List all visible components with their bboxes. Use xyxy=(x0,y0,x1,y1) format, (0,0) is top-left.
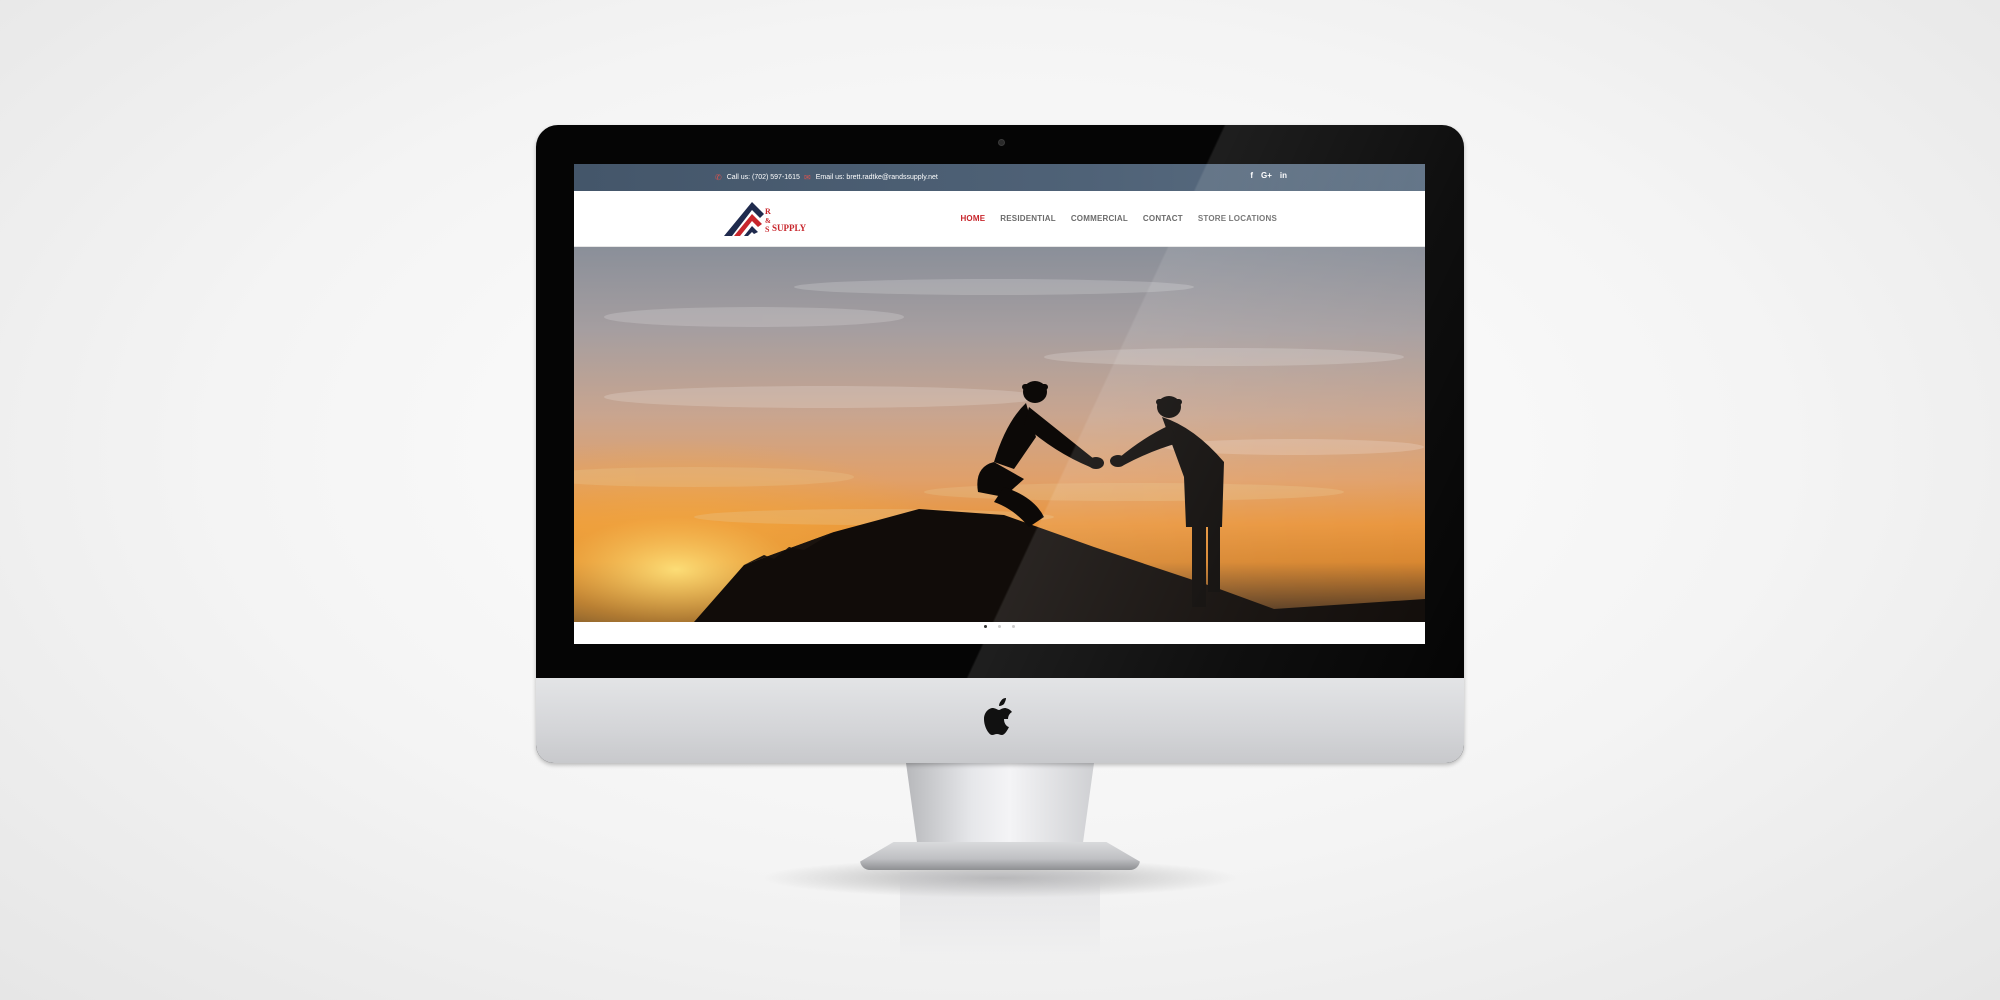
apple-logo-icon xyxy=(984,698,1012,735)
logo-word: SUPPLY xyxy=(772,223,807,233)
facebook-icon[interactable]: f xyxy=(1250,171,1253,180)
phone-text: Call us: (702) 597-1615 xyxy=(726,174,800,181)
monitor-stand-foot xyxy=(860,842,1140,870)
hero-slide-image xyxy=(574,247,1425,622)
nav-home[interactable]: HOME xyxy=(960,214,985,223)
webcam xyxy=(998,139,1005,146)
slider-dot-1[interactable] xyxy=(984,625,987,628)
linkedin-icon[interactable]: in xyxy=(1280,171,1287,180)
slider-dot-2[interactable] xyxy=(998,625,1001,628)
logo-letter-amp: & xyxy=(765,217,771,225)
slider-dots xyxy=(984,625,1015,628)
nav-residential[interactable]: RESIDENTIAL xyxy=(1000,214,1056,223)
logo-letter-r: R xyxy=(765,207,771,216)
browser-viewport: ✆ Call us: (702) 597-1615 ✉ Email us: br… xyxy=(574,164,1425,644)
stand-reflection xyxy=(900,872,1100,962)
envelope-icon: ✉ xyxy=(804,173,811,182)
google-plus-icon[interactable]: G+ xyxy=(1261,171,1272,180)
rs-supply-logo[interactable]: R & S SUPPLY xyxy=(722,196,818,240)
nav-store-locations[interactable]: STORE LOCATIONS xyxy=(1198,214,1277,223)
email-contact[interactable]: ✉ Email us: brett.radtke@randssupply.net xyxy=(804,173,938,182)
top-contact-bar: ✆ Call us: (702) 597-1615 ✉ Email us: br… xyxy=(574,164,1425,191)
nav-commercial[interactable]: COMMERCIAL xyxy=(1071,214,1128,223)
phone-icon: ✆ xyxy=(715,173,722,182)
main-nav: HOME RESIDENTIAL COMMERCIAL CONTACT STOR… xyxy=(960,214,1277,223)
slider-pagination xyxy=(574,622,1425,644)
roofers-silhouette xyxy=(574,247,1425,622)
nav-contact[interactable]: CONTACT xyxy=(1143,214,1183,223)
email-text: Email us: brett.radtke@randssupply.net xyxy=(815,174,938,181)
social-links: f G+ in xyxy=(1250,171,1287,180)
logo-letter-s: S xyxy=(765,225,770,234)
header-nav-bar: R & S SUPPLY HOME RESIDENTIAL COMMERCIAL… xyxy=(574,191,1425,247)
slider-dot-3[interactable] xyxy=(1012,625,1015,628)
phone-contact[interactable]: ✆ Call us: (702) 597-1615 xyxy=(715,173,800,182)
